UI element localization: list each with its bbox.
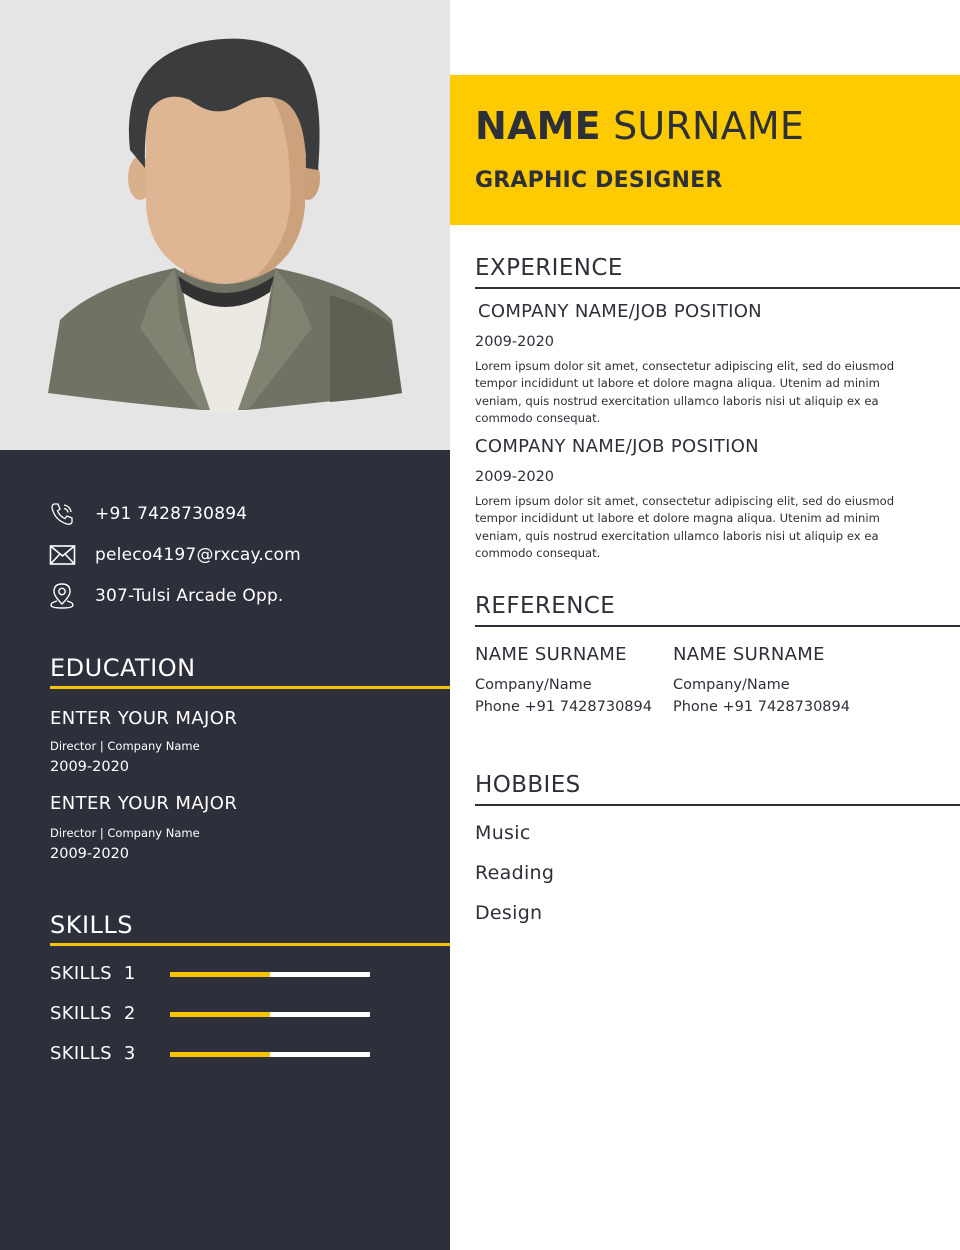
job-years: 2009-2020 bbox=[475, 469, 555, 485]
contact-address[interactable]: 307-Tulsi Arcade Opp. bbox=[48, 581, 284, 611]
skill-bar bbox=[170, 972, 370, 977]
skill-bar-fill bbox=[170, 1052, 270, 1057]
reference-name: NAME SURNAME bbox=[475, 644, 627, 665]
skill-label: SKILLS 3 bbox=[50, 1043, 136, 1064]
phone-text: +91 7428730894 bbox=[95, 504, 248, 524]
education-divider bbox=[50, 686, 450, 689]
education-years: 2009-2020 bbox=[50, 846, 130, 862]
skill-bar bbox=[170, 1012, 370, 1017]
first-name: NAME bbox=[475, 104, 601, 148]
last-name: SURNAME bbox=[613, 104, 805, 148]
hobbies-divider bbox=[475, 804, 960, 806]
contact-phone[interactable]: +91 7428730894 bbox=[48, 499, 247, 529]
reference-company: Company/Name bbox=[475, 677, 592, 693]
education-role: Director | Company Name bbox=[50, 739, 200, 753]
skill-bar-fill bbox=[170, 972, 270, 977]
avatar bbox=[48, 38, 402, 412]
skill-label: SKILLS 2 bbox=[50, 1003, 136, 1024]
education-major: ENTER YOUR MAJOR bbox=[50, 708, 238, 729]
email-text: peleco4197@rxcay.com bbox=[95, 545, 301, 565]
skill-bar bbox=[170, 1052, 370, 1057]
skills-divider bbox=[50, 943, 450, 946]
location-pin-icon bbox=[48, 582, 76, 610]
phone-icon bbox=[48, 500, 76, 528]
skills-title: SKILLS bbox=[50, 911, 134, 939]
education-title: EDUCATION bbox=[50, 654, 196, 682]
reference-phone: Phone +91 7428730894 bbox=[673, 699, 850, 715]
full-name: NAME SURNAME bbox=[475, 104, 804, 148]
education-years: 2009-2020 bbox=[50, 759, 130, 775]
hobbies-title: HOBBIES bbox=[475, 772, 581, 798]
education-major: ENTER YOUR MAJOR bbox=[50, 793, 238, 814]
experience-divider bbox=[475, 287, 960, 289]
reference-company: Company/Name bbox=[673, 677, 790, 693]
reference-phone: Phone +91 7428730894 bbox=[475, 699, 652, 715]
job-title: GRAPHIC DESIGNER bbox=[475, 168, 723, 193]
job-description: Lorem ipsum dolor sit amet, consectetur … bbox=[475, 494, 895, 561]
job-description: Lorem ipsum dolor sit amet, consectetur … bbox=[475, 359, 895, 426]
name-banner bbox=[450, 75, 960, 225]
education-role: Director | Company Name bbox=[50, 826, 200, 840]
job-position: COMPANY NAME/JOB POSITION bbox=[478, 301, 762, 322]
envelope-icon bbox=[48, 541, 76, 569]
reference-divider bbox=[475, 625, 960, 627]
job-position: COMPANY NAME/JOB POSITION bbox=[475, 436, 759, 457]
address-text: 307-Tulsi Arcade Opp. bbox=[95, 586, 284, 606]
experience-title: EXPERIENCE bbox=[475, 255, 623, 281]
skill-bar-fill bbox=[170, 1012, 270, 1017]
skill-label: SKILLS 1 bbox=[50, 963, 136, 984]
reference-title: REFERENCE bbox=[475, 593, 616, 619]
photo-panel bbox=[0, 0, 450, 450]
contact-email[interactable]: peleco4197@rxcay.com bbox=[48, 540, 301, 570]
reference-name: NAME SURNAME bbox=[673, 644, 825, 665]
hobby-item: Design bbox=[475, 902, 543, 924]
hobby-item: Reading bbox=[475, 862, 555, 884]
hobby-item: Music bbox=[475, 822, 531, 844]
job-years: 2009-2020 bbox=[475, 334, 555, 350]
